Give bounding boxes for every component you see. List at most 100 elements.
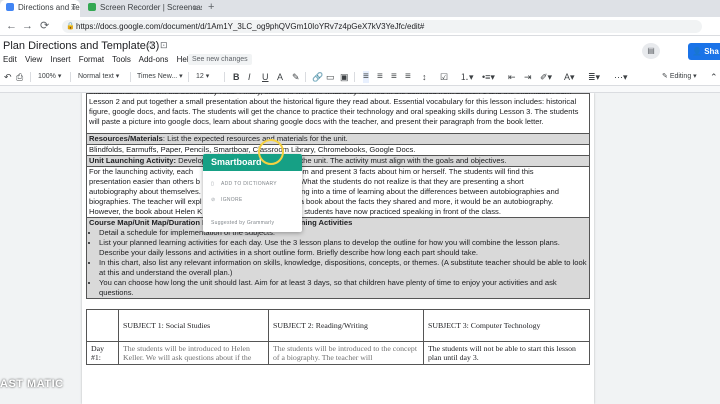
- url-input[interactable]: 🔒 https://docs.google.com/document/d/1Am…: [62, 20, 702, 33]
- link-icon[interactable]: 🔗: [312, 71, 323, 83]
- font-size-select[interactable]: 12 ▾: [196, 71, 209, 83]
- increase-indent-icon[interactable]: ⇥: [524, 71, 532, 83]
- resources-header-cell[interactable]: Resources/Materials: List the expected r…: [86, 133, 590, 145]
- close-tab-icon[interactable]: ×: [193, 0, 198, 16]
- forward-button[interactable]: →: [22, 19, 33, 33]
- star-icon[interactable]: ☆: [146, 40, 155, 51]
- decrease-indent-icon[interactable]: ⇤: [508, 71, 516, 83]
- align-left-icon[interactable]: ≡: [363, 71, 369, 83]
- lock-icon: 🔒: [66, 23, 75, 30]
- browser-tab-strip: Directions and Templ × Screen Recorder |…: [0, 0, 720, 17]
- move-folder-icon[interactable]: ⊡: [160, 40, 168, 51]
- ruler[interactable]: [0, 86, 720, 93]
- subject-header-cell[interactable]: SUBJECT 1: Social Studies: [118, 309, 269, 342]
- launch-body-e: autobiography about themselves. T: [89, 187, 208, 196]
- zoom-value: 100%: [38, 73, 56, 80]
- course-map-cell[interactable]: Course Map/Unit Map/Duration F ning Activ…: [86, 217, 590, 299]
- share-button[interactable]: 👤 Sha: [688, 43, 720, 60]
- subject-header-cell[interactable]: SUBJECT 2: Reading/Writing: [268, 309, 424, 342]
- document-page[interactable]: Informational Text from the books they r…: [82, 93, 594, 404]
- document-title[interactable]: Plan Directions and Template(3): [3, 40, 159, 52]
- menu-insert[interactable]: Insert: [50, 55, 70, 64]
- checklist-icon[interactable]: ☑: [440, 71, 448, 83]
- book-icon: ▯: [211, 181, 215, 187]
- launch-body-j: y, the students have now practiced speak…: [284, 207, 501, 216]
- menu-format[interactable]: Format: [79, 55, 104, 64]
- numbered-list-icon[interactable]: ⒈▾: [460, 71, 474, 83]
- bulleted-list-icon[interactable]: •≡▾: [482, 71, 495, 83]
- ignore-label: IGNORE: [221, 197, 243, 203]
- add-to-dictionary-button[interactable]: ▯ ADD TO DICTIONARY: [211, 181, 277, 187]
- cursor-highlight: [258, 139, 284, 165]
- border-width-icon[interactable]: ≣▾: [588, 71, 600, 83]
- document-canvas: Informational Text from the books they r…: [0, 93, 720, 404]
- font-value: Times New...: [137, 73, 178, 80]
- align-justify-icon[interactable]: ≡: [405, 71, 411, 83]
- style-select[interactable]: Normal text ▾: [78, 71, 119, 83]
- table-cell[interactable]: The students will be introduced to the c…: [268, 341, 424, 365]
- resources-list-cell[interactable]: Blindfolds, Earmuffs, Paper, Pencils, Sm…: [86, 144, 590, 156]
- underline-button[interactable]: U: [262, 71, 269, 83]
- table-row: For the launching activity, each e room a…: [86, 166, 590, 218]
- italic-button[interactable]: I: [248, 71, 251, 83]
- resources-list-start: Blindfolds, Earmuffs, Paper, Pencils,: [89, 145, 214, 154]
- intro-text: Informational Text from the books they r…: [89, 93, 579, 126]
- subject-header-cell[interactable]: SUBJECT 3: Computer Technology: [423, 309, 590, 342]
- misspelled-word[interactable]: Smartboar: [213, 145, 248, 154]
- table-cell[interactable]: [86, 309, 119, 342]
- table-row: Resources/Materials: List the expected r…: [86, 133, 590, 145]
- unit-plan-table: Informational Text from the books they r…: [86, 93, 590, 299]
- border-color-icon[interactable]: ✐▾: [540, 71, 552, 83]
- share-button-label: Sha: [704, 47, 719, 56]
- divider: [30, 72, 31, 82]
- fill-color-icon[interactable]: A▾: [564, 71, 575, 83]
- table-row: Informational Text from the books they r…: [86, 93, 590, 134]
- menu-edit[interactable]: Edit: [3, 55, 17, 64]
- ignore-icon: ⊘: [211, 197, 216, 203]
- menu-view[interactable]: View: [25, 55, 42, 64]
- tab-docs[interactable]: Directions and Templ ×: [0, 0, 80, 17]
- zoom-select[interactable]: 100% ▾: [38, 71, 61, 83]
- print-icon[interactable]: ⎙: [16, 71, 23, 83]
- border-dash-icon[interactable]: ⋯▾: [614, 71, 628, 83]
- line-spacing-icon[interactable]: ↕: [422, 71, 427, 83]
- comment-icon[interactable]: ▭: [326, 71, 335, 83]
- suggested-by-text: Suggested by Grammarly: [211, 220, 275, 226]
- undo-icon[interactable]: ↶: [4, 71, 12, 83]
- resources-instructions: : List the expected resources and materi…: [162, 134, 348, 143]
- text-color-button[interactable]: A: [277, 71, 283, 83]
- launch-body-d: ves. What the students do not realize is…: [284, 177, 524, 186]
- day-label-cell[interactable]: Day #1:: [86, 341, 119, 365]
- comment-history-icon[interactable]: ▤: [642, 43, 660, 59]
- bold-button[interactable]: B: [233, 71, 240, 83]
- launch-header-cell[interactable]: Unit Launching Activity: Develop ity to s…: [86, 155, 590, 167]
- launch-body-cell[interactable]: For the launching activity, each e room a…: [86, 166, 590, 218]
- docs-header: Plan Directions and Template(3) ☆ ⊡ Edit…: [0, 36, 720, 68]
- highlight-icon[interactable]: ✎: [292, 71, 300, 83]
- align-center-icon[interactable]: ≡: [377, 71, 383, 83]
- list-item: Detail a schedule for implementation of …: [99, 228, 587, 238]
- close-tab-icon[interactable]: ×: [71, 0, 76, 16]
- editing-mode-select[interactable]: ✎ Editing ▾: [662, 71, 697, 83]
- back-button[interactable]: ←: [6, 19, 17, 33]
- see-new-changes-button[interactable]: See new changes: [188, 54, 252, 65]
- font-select[interactable]: Times New... ▾: [137, 71, 183, 83]
- tab-screencast[interactable]: Screen Recorder | Screencast-O ×: [82, 0, 202, 17]
- launch-body-i: However, the book about Helen K: [89, 207, 203, 216]
- menu-tools[interactable]: Tools: [112, 55, 131, 64]
- ignore-button[interactable]: ⊘ IGNORE: [211, 197, 243, 203]
- docs-favicon-icon: [6, 3, 14, 11]
- image-icon[interactable]: ▣: [340, 71, 349, 83]
- launch-instructions-a: Develop: [176, 156, 207, 165]
- launch-body-g: biographies. The teacher will expl: [89, 197, 202, 206]
- new-tab-button[interactable]: +: [208, 1, 214, 13]
- divider: [354, 72, 355, 82]
- menu-addons[interactable]: Add-ons: [139, 55, 169, 64]
- reload-button[interactable]: ⟳: [40, 19, 49, 33]
- collapse-menus-icon[interactable]: ⌃: [710, 71, 718, 83]
- table-cell[interactable]: The students will not be able to start t…: [423, 341, 590, 365]
- intro-cell[interactable]: Informational Text from the books they r…: [86, 93, 590, 134]
- suggestion-button[interactable]: Smartboard: [203, 154, 302, 171]
- align-right-icon[interactable]: ≡: [391, 71, 397, 83]
- table-cell[interactable]: The students will be introduced to Helen…: [118, 341, 269, 365]
